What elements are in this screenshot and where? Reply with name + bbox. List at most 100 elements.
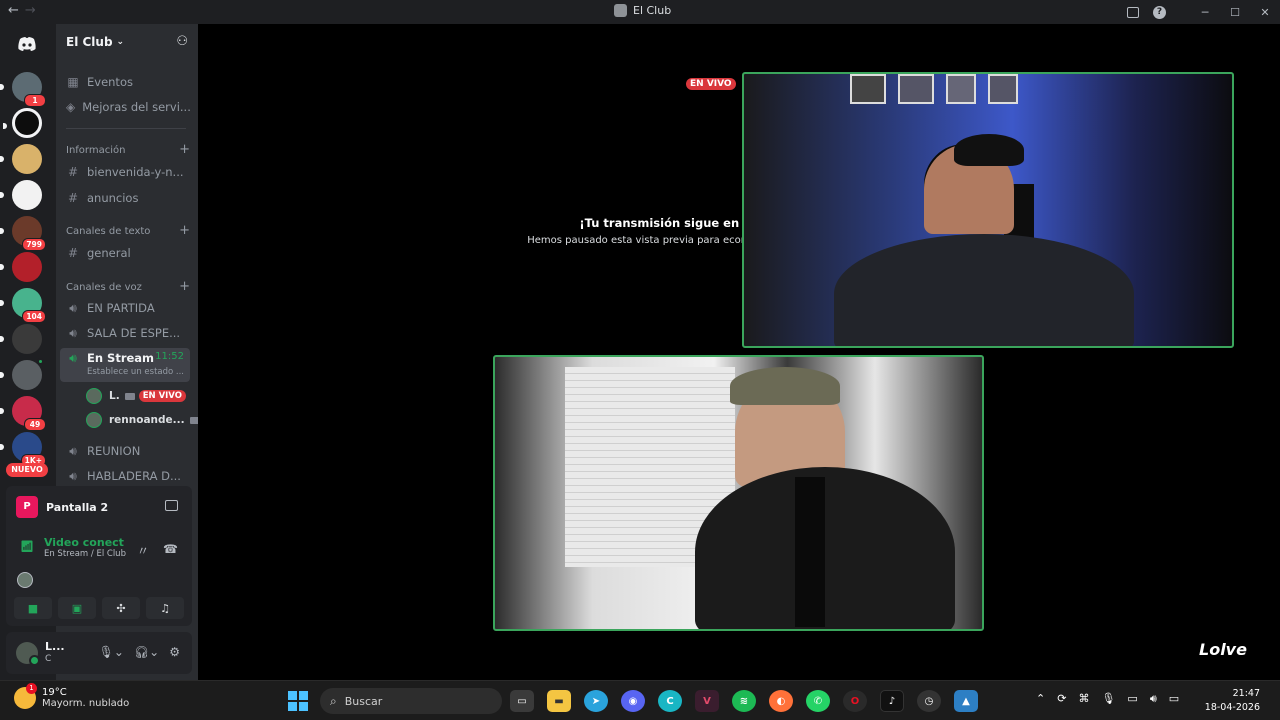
unread-pill	[0, 156, 4, 162]
canva-icon[interactable]: C	[658, 690, 682, 712]
tiktok-icon[interactable]: ♪	[880, 690, 904, 712]
add-channel-icon[interactable]: +	[179, 280, 190, 293]
channel-label: REUNION	[87, 444, 141, 458]
firefox-icon[interactable]: ◐	[769, 690, 793, 712]
discord-icon[interactable]: ◉	[621, 690, 645, 712]
connection-status[interactable]: 📶︎ Video conectado En Stream / El Club	[20, 536, 126, 559]
speaker-icon: 🔊︎	[69, 443, 77, 458]
avatar[interactable]	[16, 642, 40, 666]
minimize-button[interactable]: ─	[1190, 6, 1220, 19]
server-icon[interactable]: 49	[0, 396, 46, 431]
avatar[interactable]	[17, 572, 33, 588]
taskbar-clock[interactable]: 21:47 18-04-2026	[1205, 687, 1260, 715]
noise-suppression-icon[interactable]: 〃	[137, 542, 149, 559]
server-icon[interactable]	[0, 180, 42, 210]
share-screen-button[interactable]: ▣	[58, 597, 96, 619]
forward-arrow-icon[interactable]: →	[25, 3, 36, 18]
display-icon[interactable]: ▭	[1127, 692, 1137, 706]
person-body	[695, 467, 955, 629]
category-voice[interactable]: Canales de voz +	[66, 280, 190, 293]
microphone-icon[interactable]: 🎙︎	[1101, 692, 1115, 706]
microphone	[795, 477, 825, 627]
stop-screen-share-icon[interactable]	[165, 500, 178, 511]
screen-share-name: Pantalla 2	[46, 500, 109, 514]
voice-channel-en-stream[interactable]: 🔊︎ En Stream 11:52 Establece un estado .…	[60, 348, 190, 382]
network-icon[interactable]: ⌘	[1078, 692, 1089, 706]
battery-icon[interactable]: ▭	[1169, 692, 1179, 706]
server-boosts-link[interactable]: ◈ Mejoras del servi...	[60, 96, 190, 118]
channel-bienvenida[interactable]: # bienvenida-y-n...	[60, 161, 190, 183]
server-icon[interactable]	[3, 108, 42, 138]
disconnect-icon[interactable]: ☎	[163, 542, 178, 559]
whatsapp-icon[interactable]: ✆	[806, 690, 830, 712]
voice-channel-reunion[interactable]: 🔊︎ REUNION	[60, 440, 190, 462]
volume-icon[interactable]: 🔊︎	[1150, 692, 1157, 706]
category-info[interactable]: Información +	[66, 143, 190, 156]
server-icon[interactable]	[0, 144, 42, 174]
settings-gear-icon[interactable]: ⚙	[169, 645, 180, 659]
category-text[interactable]: Canales de texto +	[66, 224, 190, 237]
speaker-icon: 🔊︎	[69, 300, 77, 315]
channel-label: EN PARTIDA	[87, 301, 155, 315]
channel-general[interactable]: # general	[60, 242, 190, 264]
live-badge: EN VIVO	[138, 390, 186, 402]
channel-label: HABLADERA D...	[87, 469, 181, 483]
server-icon[interactable]	[0, 252, 42, 282]
microphone-icon[interactable]: 🎙︎⌄	[99, 645, 124, 659]
file-explorer-icon[interactable]: ▬	[547, 690, 571, 712]
add-channel-icon[interactable]: +	[179, 224, 190, 237]
server-icon[interactable]: 104	[0, 288, 46, 323]
invite-people-icon[interactable]: ⚇	[176, 34, 188, 49]
photos-icon[interactable]: ▲	[954, 690, 978, 712]
app-v-icon[interactable]: V	[695, 690, 719, 712]
unread-pill	[0, 444, 4, 450]
soundboard-button[interactable]: ♫	[146, 597, 184, 619]
sync-icon[interactable]: ⟳	[1057, 692, 1066, 706]
spotify-icon[interactable]: ≋	[732, 690, 756, 712]
speaker-icon: 🔊︎	[69, 468, 77, 483]
events-link[interactable]: ▦ Eventos	[60, 71, 190, 93]
user-name[interactable]: L...	[45, 640, 65, 653]
server-icon[interactable]: 1K+	[0, 432, 46, 467]
channel-anuncios[interactable]: # anuncios	[60, 187, 190, 209]
close-button[interactable]: ✕	[1250, 6, 1280, 19]
headphones-icon[interactable]: 🎧︎⌄	[134, 645, 159, 659]
guild-header[interactable]: El Club ⌄ ⚇	[56, 24, 198, 60]
activities-button[interactable]: ✣	[102, 597, 140, 619]
opera-gx-icon[interactable]: O	[843, 690, 867, 712]
video-tile-camera-1[interactable]	[742, 72, 1234, 348]
weather-widget[interactable]: 1 19°C Mayorm. nublado	[14, 683, 129, 709]
video-tile-camera-2[interactable]	[493, 355, 984, 631]
task-view-icon[interactable]: ▭	[510, 690, 534, 712]
voice-channel-habladera[interactable]: 🔊︎ HABLADERA D...	[60, 465, 190, 487]
signal-icon: 📶︎	[20, 540, 34, 553]
camera-button[interactable]: ■	[14, 597, 52, 619]
clock-app-icon[interactable]: ◷	[917, 690, 941, 712]
server-icon[interactable]: 799	[0, 216, 46, 251]
telegram-icon[interactable]: ➤	[584, 690, 608, 712]
server-icon[interactable]	[0, 358, 44, 390]
windows-start-icon[interactable]	[288, 691, 308, 711]
voice-channel-sala[interactable]: 🔊︎ SALA DE ESPE...	[60, 322, 190, 344]
voice-channel-en-partida[interactable]: 🔊︎ EN PARTIDA	[60, 297, 190, 319]
maximize-button[interactable]: ☐	[1220, 6, 1250, 19]
inbox-icon[interactable]	[1127, 6, 1139, 18]
user-controls: 🎙︎⌄ 🎧︎⌄ ⚙	[99, 645, 180, 659]
taskbar-search[interactable]: ⌕ Buscar	[320, 688, 502, 714]
clock-date: 18-04-2026	[1204, 702, 1260, 713]
voice-user[interactable]: L. EN VIVO	[86, 386, 186, 406]
back-arrow-icon[interactable]: ←	[8, 3, 19, 18]
chevron-up-icon[interactable]: ⌃	[1036, 692, 1045, 706]
unread-pill	[0, 228, 4, 234]
server-icon[interactable]: 1	[0, 72, 46, 107]
voice-active-dot	[37, 358, 44, 365]
help-icon[interactable]: ?	[1153, 5, 1166, 19]
voice-user[interactable]: rennoande...	[86, 410, 200, 430]
add-channel-icon[interactable]: +	[179, 143, 190, 156]
channel-label: general	[87, 246, 131, 260]
mention-badge: 799	[22, 238, 46, 251]
channel-status[interactable]: Establece un estado ...	[87, 367, 184, 377]
category-text-label: Canales de texto	[66, 226, 151, 237]
discord-home-icon[interactable]	[13, 30, 41, 58]
server-icon[interactable]	[0, 324, 42, 354]
